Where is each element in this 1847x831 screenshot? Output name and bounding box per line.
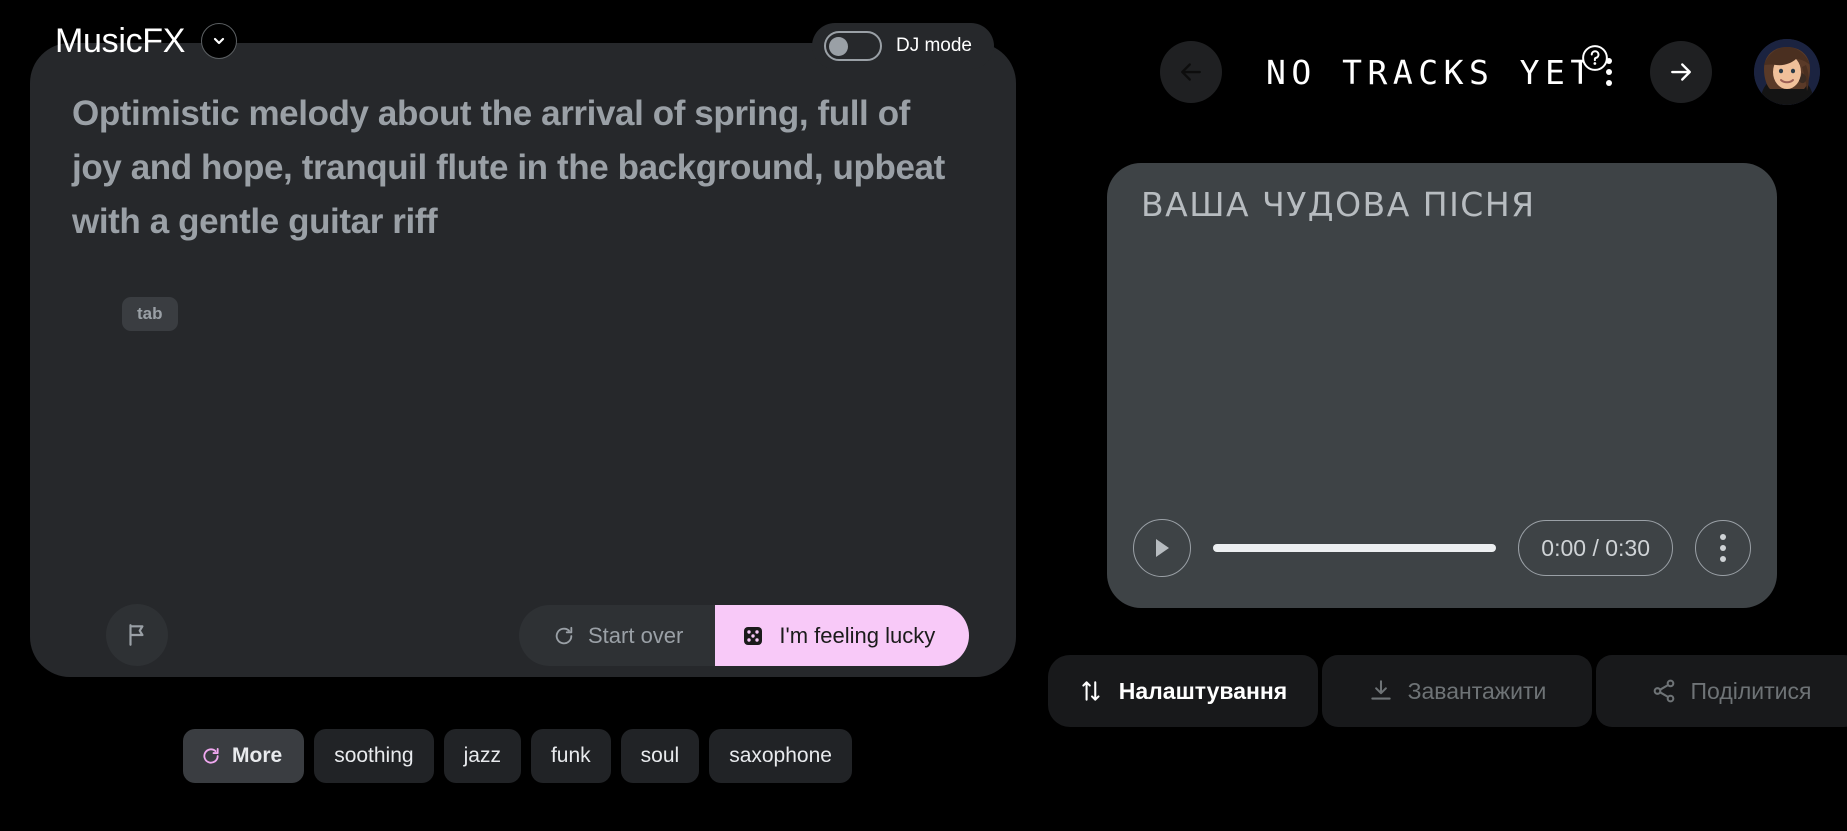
- chip-jazz[interactable]: jazz: [443, 729, 521, 783]
- suggestion-chips-row: More soothing jazz funk soul saxophone: [183, 729, 852, 783]
- kebab-menu-icon[interactable]: [1588, 41, 1630, 103]
- play-button[interactable]: [1133, 519, 1191, 577]
- track-actions-row: Налаштування Завантажити Поділитися: [1048, 655, 1847, 727]
- share-icon: [1653, 679, 1674, 703]
- download-label: Завантажити: [1407, 677, 1547, 704]
- tab-hint-chip: tab: [122, 297, 178, 331]
- avatar[interactable]: [1754, 39, 1820, 105]
- progress-slider[interactable]: [1213, 538, 1497, 558]
- track-card: ВАША ЧУДОВА ПІСНЯ 0:00 / 0:30: [1107, 163, 1777, 608]
- back-button[interactable]: [1160, 41, 1222, 103]
- dj-mode-control[interactable]: DJ mode: [811, 23, 994, 69]
- chip-funk[interactable]: funk: [530, 729, 611, 783]
- musicfx-app-window: MusicFX DJ mode Optimistic melody about …: [0, 0, 1847, 831]
- menu-dot: [1720, 556, 1726, 562]
- im-feeling-lucky-label: I'm feeling lucky: [779, 622, 936, 648]
- toggle-knob: [828, 36, 848, 56]
- progress-bar-track: [1213, 544, 1497, 552]
- report-flag-button[interactable]: [106, 604, 168, 666]
- flag-icon: [129, 624, 144, 646]
- share-button[interactable]: Поділитися: [1596, 655, 1847, 727]
- dice-icon: [744, 626, 763, 645]
- prompt-action-group: Start over I'm feeling lucky: [519, 605, 970, 666]
- play-icon: [1156, 539, 1169, 557]
- refresh-icon: [555, 626, 573, 644]
- download-icon: [1370, 680, 1391, 700]
- dj-mode-label: DJ mode: [895, 35, 972, 56]
- chevron-down-icon[interactable]: [201, 23, 238, 59]
- brand-row: MusicFX: [55, 22, 238, 60]
- menu-dot: [1720, 545, 1726, 551]
- refresh-icon: [203, 748, 219, 764]
- page-title: NO TRACKS YET: [1266, 52, 1596, 92]
- start-over-button[interactable]: Start over: [519, 605, 716, 666]
- track-menu-button[interactable]: [1695, 520, 1751, 576]
- share-label: Поділитися: [1690, 677, 1812, 704]
- im-feeling-lucky-button[interactable]: I'm feeling lucky: [715, 605, 970, 666]
- start-over-label: Start over: [588, 622, 684, 648]
- menu-dot: [1606, 58, 1612, 64]
- track-title: ВАША ЧУДОВА ПІСНЯ: [1141, 185, 1536, 224]
- prompt-panel: MusicFX DJ mode Optimistic melody about …: [30, 23, 1016, 677]
- chip-saxophone[interactable]: saxophone: [709, 729, 852, 783]
- chip-label: More: [232, 744, 283, 767]
- menu-dot: [1720, 534, 1726, 540]
- chip-soothing[interactable]: soothing: [314, 729, 434, 783]
- download-button[interactable]: Завантажити: [1322, 655, 1592, 727]
- prompt-textarea[interactable]: Optimistic melody about the arrival of s…: [72, 87, 952, 249]
- audio-player-controls: 0:00 / 0:30: [1133, 518, 1751, 578]
- tracks-topbar: NO TRACKS YET: [1160, 39, 1820, 105]
- settings-label: Налаштування: [1118, 677, 1288, 704]
- toggle-off-icon[interactable]: [823, 31, 882, 61]
- forward-button[interactable]: [1650, 41, 1712, 103]
- tune-sliders-icon: [1082, 681, 1100, 701]
- time-display: 0:00 / 0:30: [1518, 520, 1673, 576]
- arrow-left-icon: [1181, 63, 1201, 81]
- settings-button[interactable]: Налаштування: [1048, 655, 1318, 727]
- menu-dot: [1606, 69, 1612, 75]
- app-title: MusicFX: [55, 22, 186, 60]
- menu-dot: [1606, 80, 1612, 86]
- arrow-right-icon: [1671, 63, 1691, 81]
- chip-soul[interactable]: soul: [620, 729, 700, 783]
- chip-more[interactable]: More: [183, 729, 305, 783]
